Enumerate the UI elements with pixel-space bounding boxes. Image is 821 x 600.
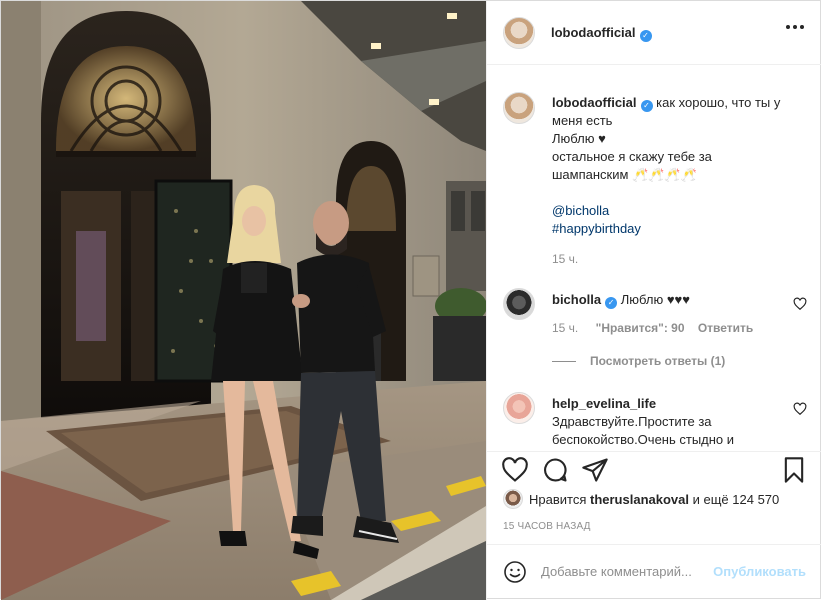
mention-link[interactable]: @bicholla (552, 203, 609, 218)
comment-like-heart-icon[interactable] (793, 402, 807, 416)
replies-divider (552, 361, 576, 363)
caption-line2: Люблю ♥ (552, 131, 606, 146)
caption-time: 15 ч. (552, 252, 579, 266)
share-direct-icon[interactable] (581, 456, 609, 484)
author-username[interactable]: lobodaofficial (551, 25, 636, 40)
comment-text: Здравствуйте.Простите за беспокойство.Оч… (552, 414, 735, 447)
verified-badge-icon: ✓ (639, 30, 652, 42)
commenter-username[interactable]: bicholla (552, 292, 601, 307)
like-heart-icon[interactable] (501, 456, 529, 484)
likes-prefix: Нравится (529, 492, 587, 507)
verified-badge-icon: ✓ (640, 100, 653, 112)
publish-button[interactable]: Опубликовать (713, 564, 806, 579)
post-header: lobodaofficial ✓ (487, 1, 821, 65)
reply-button[interactable]: Ответить (698, 321, 753, 335)
post-photo[interactable] (1, 1, 486, 600)
photo-scene (1, 1, 486, 600)
likes-suffix[interactable]: и ещё 124 570 (693, 492, 780, 507)
add-comment-bar: Опубликовать (487, 544, 821, 600)
view-replies-label: Посмотреть ответы (1) (590, 354, 726, 368)
comment-body: bicholla ✓ Люблю ♥♥♥ 15 ч. "Нравится": 90… (552, 291, 782, 337)
more-options-icon[interactable] (786, 25, 804, 31)
comment-likes-count[interactable]: "Нравится": 90 (596, 321, 685, 335)
comment-like-heart-icon[interactable] (793, 297, 807, 311)
caption-username[interactable]: lobodaofficial (552, 95, 637, 110)
post-side-panel: lobodaofficial ✓ lobodaofficial ✓ как хоро… (486, 1, 821, 600)
verified-badge-icon: ✓ (605, 297, 618, 309)
comments-list[interactable]: lobodaofficial ✓ как хорошо, что ты у мен… (487, 66, 821, 451)
comment-time: 15 ч. (552, 321, 579, 335)
comment-meta: 15 ч. "Нравится": 90 Ответить (552, 319, 782, 337)
commenter-avatar[interactable] (503, 392, 535, 424)
author-avatar[interactable] (503, 17, 535, 49)
commenter-avatar[interactable] (503, 288, 535, 320)
commenter-username[interactable]: help_evelina_life (552, 396, 656, 411)
comment-bubble-icon[interactable] (541, 456, 569, 484)
comment-text: Люблю ♥♥♥ (620, 292, 690, 307)
caption-body: lobodaofficial ✓ как хорошо, что ты у мен… (552, 94, 782, 268)
author-name-row: lobodaofficial ✓ (551, 25, 652, 42)
post-timestamp[interactable]: 15 ЧАСОВ НАЗАД (503, 521, 591, 532)
caption-avatar[interactable] (503, 92, 535, 124)
hashtag-link[interactable]: #happybirthday (552, 221, 641, 236)
save-bookmark-icon[interactable] (780, 456, 808, 484)
comment-body: help_evelina_life Здравствуйте.Простите … (552, 395, 762, 449)
action-bar (487, 451, 821, 491)
comment-input[interactable] (541, 564, 711, 579)
liker-avatar[interactable] (503, 489, 523, 509)
likes-text: Нравится theruslanakoval и ещё 124 570 (529, 492, 779, 507)
instagram-post: lobodaofficial ✓ lobodaofficial ✓ как хоро… (0, 0, 821, 600)
emoji-smiley-icon[interactable] (503, 560, 527, 584)
view-replies-button[interactable]: Посмотреть ответы (1) (552, 354, 725, 368)
caption-line3: остальное я скажу тебе за шампанским 🥂🥂🥂… (552, 149, 712, 182)
liker-username[interactable]: theruslanakoval (590, 492, 689, 507)
